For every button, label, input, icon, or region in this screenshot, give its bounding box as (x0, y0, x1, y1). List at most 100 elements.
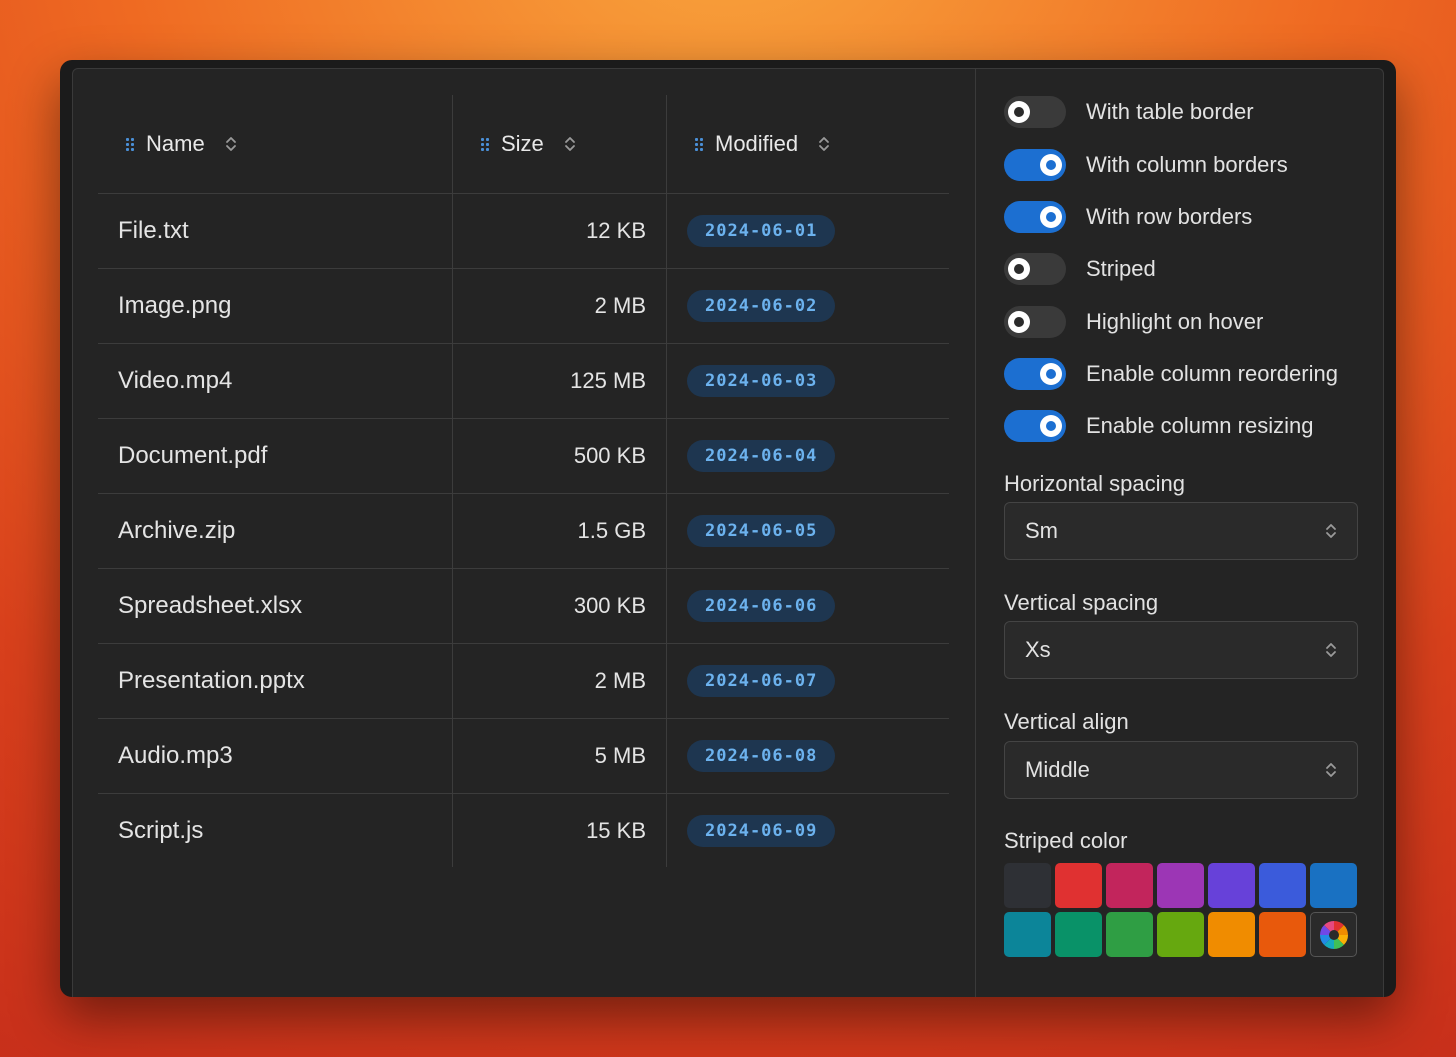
color-swatch[interactable] (1208, 863, 1255, 908)
date-badge: 2024-06-06 (687, 590, 836, 622)
select-value: Xs (1025, 637, 1051, 662)
sort-icon[interactable] (225, 135, 237, 153)
cell-name: Image.png (98, 269, 453, 343)
toggle-row-borders[interactable]: With row borders (1004, 200, 1252, 234)
cell-name: Audio.mp3 (98, 719, 453, 793)
vertical-spacing-select[interactable]: Xs (1004, 621, 1358, 679)
drag-handle-icon[interactable] (126, 137, 134, 151)
table-row: Audio.mp3 5 MB 2024-06-08 (98, 719, 949, 794)
color-swatch[interactable] (1157, 912, 1204, 957)
toggle-highlight-hover[interactable]: Highlight on hover (1004, 305, 1263, 339)
toggle-label: With row borders (1086, 204, 1253, 229)
table-row: Presentation.pptx 2 MB 2024-06-07 (98, 644, 949, 719)
color-swatch[interactable] (1106, 912, 1153, 957)
table-row: Document.pdf 500 KB 2024-06-04 (98, 419, 949, 494)
column-header-size[interactable]: Size (453, 95, 667, 193)
date-badge: 2024-06-07 (687, 665, 836, 697)
toggle-column-resizing[interactable]: Enable column resizing (1004, 409, 1313, 443)
table-body: File.txt 12 KB 2024-06-01 Image.png 2 MB… (98, 194, 949, 867)
column-header-name[interactable]: Name (98, 95, 453, 193)
table-row: Video.mp4 125 MB 2024-06-03 (98, 344, 949, 419)
date-badge: 2024-06-01 (687, 215, 836, 247)
column-header-label: Modified (715, 131, 799, 156)
toggle-label: With table border (1086, 99, 1254, 124)
cell-name: Video.mp4 (98, 344, 453, 418)
drag-handle-icon[interactable] (695, 137, 703, 151)
toggle-switch[interactable] (1004, 96, 1066, 128)
color-swatch[interactable] (1055, 863, 1102, 908)
color-swatch[interactable] (1004, 863, 1051, 908)
cell-size: 2 MB (453, 644, 667, 718)
date-badge: 2024-06-03 (687, 365, 836, 397)
chevron-updown-icon (1326, 643, 1336, 657)
color-swatch[interactable] (1157, 863, 1204, 908)
toggle-striped[interactable]: Striped (1004, 252, 1156, 286)
toggle-label: Enable column resizing (1086, 413, 1314, 438)
table-row: Spreadsheet.xlsx 300 KB 2024-06-06 (98, 569, 949, 644)
color-swatch[interactable] (1055, 912, 1102, 957)
toggle-column-borders[interactable]: With column borders (1004, 148, 1288, 182)
cell-modified: 2024-06-04 (667, 419, 949, 493)
cell-name: Document.pdf (98, 419, 453, 493)
column-header-modified[interactable]: Modified (667, 95, 949, 193)
cell-size: 1.5 GB (453, 494, 667, 568)
color-wheel-icon[interactable] (1310, 912, 1357, 957)
striped-color-label: Striped color (1004, 828, 1128, 853)
app-window: Name Size Modified File.txt 12 KB 2024-0… (60, 60, 1396, 997)
cell-name: Archive.zip (98, 494, 453, 568)
cell-modified: 2024-06-07 (667, 644, 949, 718)
select-value: Sm (1025, 518, 1058, 543)
table-header: Name Size Modified (98, 95, 949, 194)
cell-modified: 2024-06-08 (667, 719, 949, 793)
color-swatch[interactable] (1004, 912, 1051, 957)
toggle-switch[interactable] (1004, 149, 1066, 181)
sort-icon[interactable] (818, 135, 830, 153)
table-row: Archive.zip 1.5 GB 2024-06-05 (98, 494, 949, 569)
date-badge: 2024-06-02 (687, 290, 836, 322)
toggle-column-reordering[interactable]: Enable column reordering (1004, 357, 1338, 391)
toggle-label: Enable column reordering (1086, 361, 1338, 386)
cell-name: Script.js (98, 794, 453, 867)
cell-size: 12 KB (453, 194, 667, 268)
toggle-switch[interactable] (1004, 306, 1066, 338)
toggle-switch[interactable] (1004, 201, 1066, 233)
table-row: File.txt 12 KB 2024-06-01 (98, 194, 949, 269)
vertical-spacing-label: Vertical spacing (1004, 590, 1159, 615)
toggle-label: Highlight on hover (1086, 309, 1264, 334)
chevron-updown-icon (1326, 524, 1336, 538)
cell-name: Presentation.pptx (98, 644, 453, 718)
color-swatches (1004, 863, 1357, 957)
horizontal-spacing-select[interactable]: Sm (1004, 502, 1358, 560)
date-badge: 2024-06-04 (687, 440, 836, 472)
sort-icon[interactable] (564, 135, 576, 153)
toggle-switch[interactable] (1004, 410, 1066, 442)
toggle-table-border[interactable]: With table border (1004, 95, 1254, 129)
toggle-switch[interactable] (1004, 253, 1066, 285)
cell-size: 5 MB (453, 719, 667, 793)
drag-handle-icon[interactable] (481, 137, 489, 151)
cell-size: 300 KB (453, 569, 667, 643)
table-row: Script.js 15 KB 2024-06-09 (98, 794, 949, 867)
cell-modified: 2024-06-02 (667, 269, 949, 343)
color-swatch[interactable] (1310, 863, 1357, 908)
table-row: Image.png 2 MB 2024-06-02 (98, 269, 949, 344)
column-header-label: Size (501, 131, 544, 156)
cell-modified: 2024-06-09 (667, 794, 949, 867)
cell-modified: 2024-06-01 (667, 194, 949, 268)
color-swatch[interactable] (1259, 863, 1306, 908)
color-swatch[interactable] (1106, 863, 1153, 908)
cell-size: 125 MB (453, 344, 667, 418)
date-badge: 2024-06-08 (687, 740, 836, 772)
cell-modified: 2024-06-05 (667, 494, 949, 568)
vertical-align-select[interactable]: Middle (1004, 741, 1358, 799)
toggle-switch[interactable] (1004, 358, 1066, 390)
settings-panel: With table border With column borders Wi… (975, 68, 1385, 997)
color-swatch[interactable] (1259, 912, 1306, 957)
column-header-label: Name (146, 131, 205, 156)
cell-name: File.txt (98, 194, 453, 268)
color-swatch[interactable] (1208, 912, 1255, 957)
cell-size: 2 MB (453, 269, 667, 343)
cell-modified: 2024-06-06 (667, 569, 949, 643)
horizontal-spacing-label: Horizontal spacing (1004, 471, 1185, 496)
cell-modified: 2024-06-03 (667, 344, 949, 418)
